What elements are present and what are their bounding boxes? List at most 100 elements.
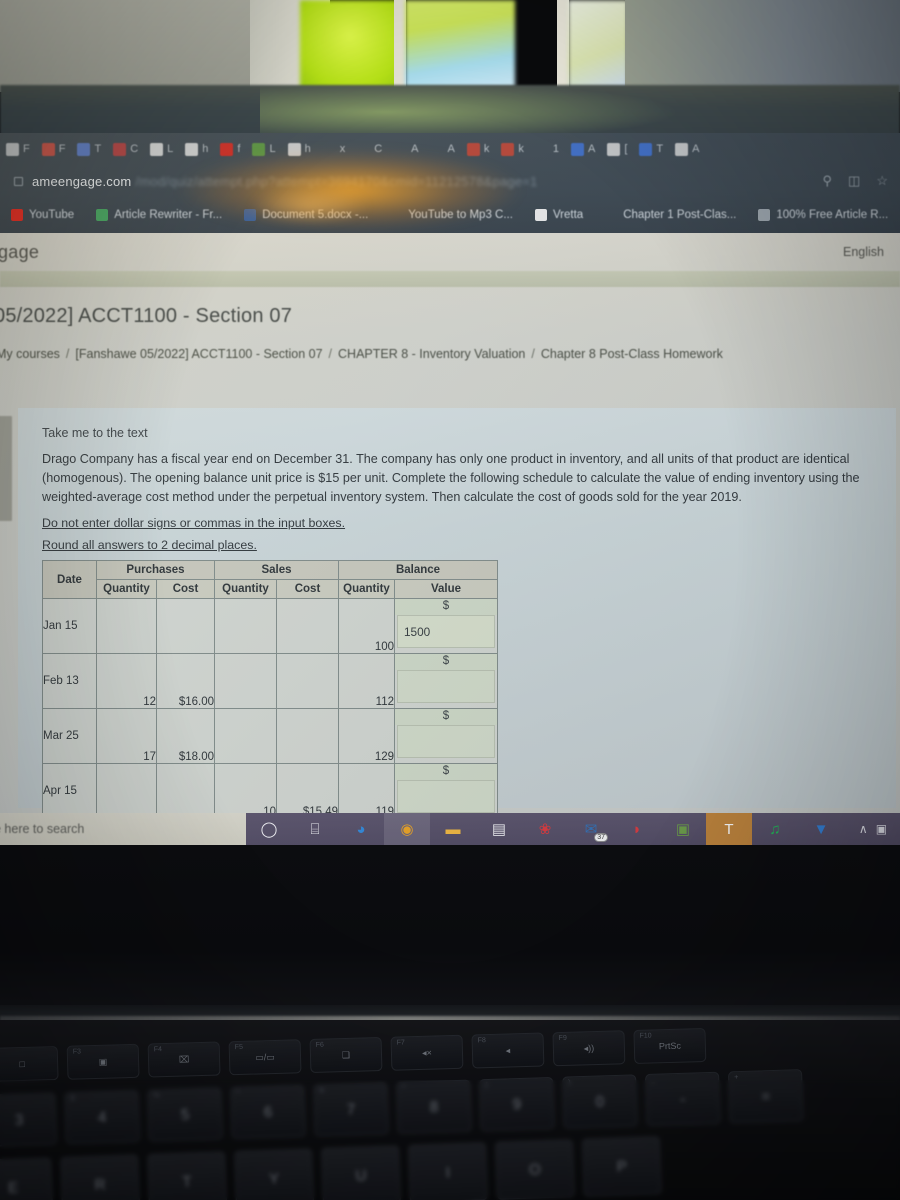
- tab-strip[interactable]: F F T C Lh f Lh x C A Ak k 1 A [T A: [0, 133, 900, 165]
- cell-balance-quantity[interactable]: 100: [338, 598, 395, 654]
- keyboard-key: F7 ◂×: [390, 1034, 464, 1071]
- office-icon[interactable]: ◗: [614, 813, 660, 845]
- browser-tab[interactable]: A: [388, 136, 424, 162]
- get-help-gift-icon[interactable]: ❀: [522, 813, 568, 845]
- breadcrumb-item[interactable]: CHAPTER 8 - Inventory Valuation: [338, 347, 525, 361]
- browser-tab[interactable]: C: [107, 136, 144, 162]
- browser-tab[interactable]: A: [669, 136, 705, 162]
- header-purchases: Purchases: [96, 560, 215, 580]
- taskbar-icons[interactable]: ◯ ⌸ ◕ ◉ ▬ ▤ ❀ ✉ 37 ◗ ▣ T ♫ ▼: [246, 813, 846, 845]
- browser-tab[interactable]: T: [633, 136, 669, 162]
- keyboard-key: F6 ❑: [309, 1037, 383, 1073]
- browser-tab[interactable]: f: [214, 136, 246, 162]
- minecraft-icon[interactable]: ▣: [660, 813, 706, 845]
- cell-balance-quantity[interactable]: 129: [338, 708, 395, 764]
- dropbox-icon[interactable]: ▼: [798, 813, 844, 845]
- cell-sales-quantity[interactable]: [214, 598, 277, 654]
- cell-balance-quantity[interactable]: 112: [338, 653, 395, 709]
- scrollbar[interactable]: [0, 416, 12, 521]
- cell-purchase-cost[interactable]: $18.00: [156, 708, 215, 764]
- chrome-icon[interactable]: ◉: [384, 813, 430, 845]
- take-me-to-text-link[interactable]: Take me to the text: [42, 426, 148, 440]
- balance-value-input[interactable]: [397, 725, 496, 758]
- keyboard-key: ) 0: [562, 1074, 638, 1129]
- tab-favicon-icon: [150, 142, 164, 156]
- cell-purchase-cost[interactable]: [156, 763, 215, 819]
- file-explorer-icon[interactable]: ▬: [430, 813, 476, 845]
- keyboard-key: O: [494, 1139, 575, 1200]
- breadcrumb-item[interactable]: My courses: [0, 347, 60, 361]
- star-icon[interactable]: ☆: [876, 173, 888, 189]
- balance-value-input[interactable]: 1500: [397, 615, 496, 648]
- browser-tab[interactable]: k: [461, 136, 496, 162]
- browser-tab[interactable]: L: [246, 136, 281, 162]
- bookmark-item[interactable]: YouTube: [0, 209, 85, 221]
- bookmark-favicon-icon: [534, 209, 547, 221]
- cell-sales-quantity[interactable]: [214, 653, 277, 709]
- address-bar[interactable]: ameengage.com /mod/quiz/attempt.php?atte…: [0, 165, 900, 197]
- browser-tab[interactable]: T: [71, 136, 107, 162]
- reader-icon[interactable]: ◫: [848, 173, 860, 189]
- cell-sales-quantity[interactable]: 10: [214, 763, 277, 819]
- search-icon[interactable]: ⚲: [823, 173, 833, 189]
- system-tray[interactable]: ∧ ▣: [846, 813, 900, 845]
- browser-tab[interactable]: h: [282, 136, 317, 162]
- cell-purchase-quantity[interactable]: 17: [96, 708, 157, 764]
- task-view-icon[interactable]: ⌸: [292, 813, 338, 845]
- key-sub-label: (: [485, 1082, 488, 1090]
- browser-tab[interactable]: A: [425, 136, 461, 162]
- browser-tab[interactable]: F: [0, 136, 36, 162]
- cell-purchase-cost[interactable]: $16.00: [156, 653, 215, 709]
- cell-sales-cost[interactable]: [276, 708, 339, 764]
- teams-icon[interactable]: T: [706, 813, 752, 845]
- cell-purchase-quantity[interactable]: 12: [96, 653, 157, 709]
- bookmark-item[interactable]: Chapter 1 Post-Clas...: [594, 209, 747, 221]
- tab-favicon-icon: [639, 142, 653, 156]
- browser-tab[interactable]: F: [36, 136, 72, 162]
- bookmark-item[interactable]: Article Rewriter - Fr...: [85, 209, 233, 221]
- bookmark-item[interactable]: YouTube to Mp3 C...: [379, 209, 524, 221]
- cell-balance-quantity[interactable]: 119: [338, 763, 395, 819]
- tab-favicon-icon: [323, 143, 336, 156]
- cell-sales-cost[interactable]: $15.49: [276, 763, 339, 819]
- browser-tab[interactable]: 1: [530, 136, 565, 162]
- bookmarks-bar[interactable]: YouTubeArticle Rewriter - Fr...Document …: [0, 197, 900, 233]
- bookmark-item[interactable]: 100% Free Article R...: [747, 209, 899, 221]
- cell-date: Mar 25: [42, 708, 97, 764]
- tray-app-icon[interactable]: ▣: [876, 822, 887, 836]
- microsoft-store-icon[interactable]: ▤: [476, 813, 522, 845]
- browser-tab[interactable]: L: [144, 136, 179, 162]
- cell-sales-cost[interactable]: [276, 653, 339, 709]
- breadcrumb-item[interactable]: Chapter 8 Post-Class Homework: [541, 347, 723, 361]
- browser-tab[interactable]: x: [317, 136, 352, 162]
- cortana-icon[interactable]: ◯: [246, 813, 292, 845]
- site-info-icon[interactable]: [14, 176, 23, 186]
- tab-title: 1: [552, 143, 559, 155]
- key-sub-label: +: [734, 1074, 739, 1082]
- language-selector[interactable]: English: [843, 245, 884, 259]
- cell-purchase-quantity[interactable]: [96, 763, 157, 819]
- edge-icon[interactable]: ◕: [338, 813, 384, 845]
- spotify-icon[interactable]: ♫: [752, 813, 798, 845]
- cell-sales-quantity[interactable]: [214, 708, 277, 764]
- mail-icon[interactable]: ✉ 37: [568, 813, 614, 845]
- bookmark-item[interactable]: Vretta: [524, 209, 594, 221]
- breadcrumb-item[interactable]: [Fanshawe 05/2022] ACCT1100 - Section 07: [75, 347, 322, 361]
- keyboard-key: I: [407, 1142, 488, 1200]
- windows-search-box[interactable]: e here to search: [0, 813, 246, 845]
- balance-value-input[interactable]: [397, 670, 496, 703]
- cell-purchase-cost[interactable]: [156, 598, 215, 654]
- cell-purchase-quantity[interactable]: [96, 598, 157, 654]
- browser-tab[interactable]: k: [495, 136, 530, 162]
- keyboard-key: E: [0, 1157, 54, 1200]
- keyboard-key: Y: [234, 1148, 315, 1200]
- balance-value-input[interactable]: [397, 780, 496, 813]
- browser-tab[interactable]: h: [179, 136, 214, 162]
- browser-tab[interactable]: A: [565, 136, 601, 162]
- key-label: O: [528, 1160, 541, 1179]
- browser-tab[interactable]: C: [351, 136, 388, 162]
- breadcrumb[interactable]: My courses / [Fanshawe 05/2022] ACCT1100 -…: [0, 347, 723, 361]
- show-hidden-icons-chevron[interactable]: ∧: [859, 822, 868, 836]
- cell-sales-cost[interactable]: [276, 598, 339, 654]
- browser-tab[interactable]: [: [601, 136, 633, 162]
